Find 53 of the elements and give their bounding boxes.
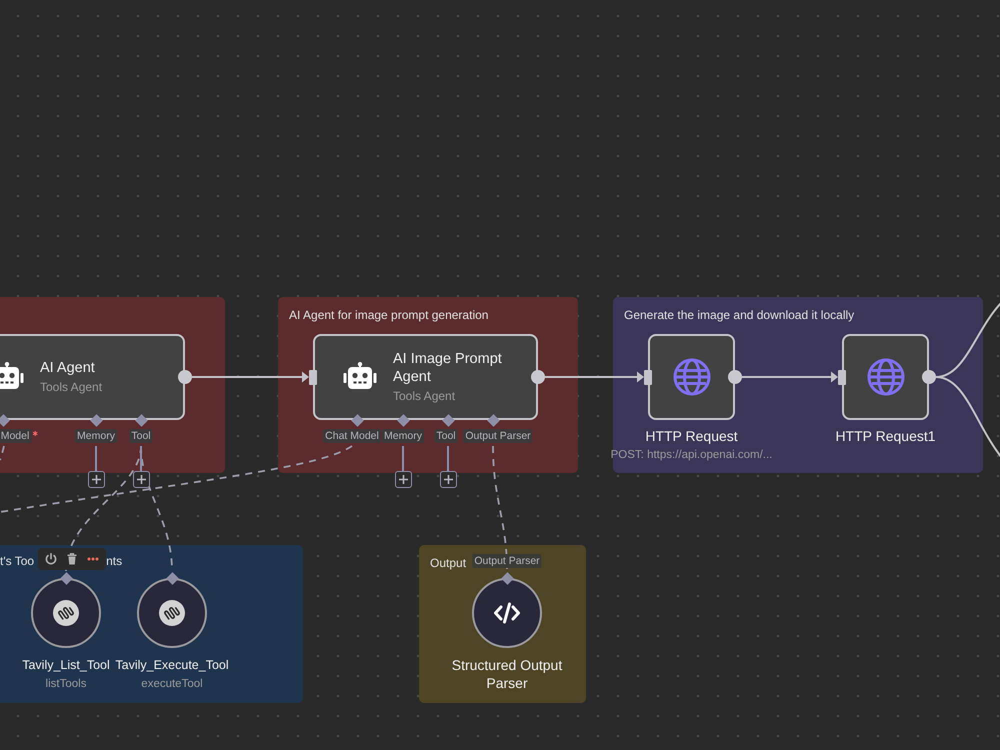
code-icon bbox=[493, 601, 521, 625]
add-button[interactable] bbox=[394, 471, 412, 488]
port-label: Output Parser bbox=[472, 554, 542, 568]
node-title: Structured Output Parser bbox=[450, 656, 564, 692]
connector-line bbox=[140, 446, 142, 471]
plus-icon bbox=[92, 475, 100, 484]
port-label: Model bbox=[0, 429, 32, 443]
add-button[interactable] bbox=[440, 471, 456, 488]
robot-icon bbox=[0, 362, 24, 392]
node-subtitle: Tools Agent bbox=[393, 389, 456, 404]
add-button[interactable] bbox=[132, 471, 150, 488]
node-subtitle: POST: https://api.openai.com/... bbox=[610, 448, 772, 463]
port-label: Output Parser bbox=[463, 429, 533, 443]
node-subtitle: listTools bbox=[46, 677, 86, 692]
node-title: HTTP Request bbox=[645, 427, 738, 445]
port-label: Tool bbox=[129, 429, 153, 443]
squiggle-icon bbox=[159, 600, 185, 626]
port-label: Chat Model bbox=[323, 429, 381, 443]
node-title: Tavily_Execute_Tool bbox=[115, 657, 229, 674]
workflow-node[interactable] bbox=[648, 334, 735, 420]
plus-icon bbox=[444, 475, 452, 484]
plus-icon bbox=[136, 475, 146, 484]
sticky-title: Generate the image and download it locally bbox=[624, 308, 854, 322]
workflow-node[interactable]: AI Image Prompt Agent Tools Agent bbox=[313, 334, 538, 420]
sticky-title: Output bbox=[430, 556, 466, 570]
port-label: Memory bbox=[382, 429, 424, 443]
sticky-title: AI Agent for image prompt generation bbox=[289, 308, 488, 322]
node-title: HTTP Request1 bbox=[835, 427, 936, 445]
port-label: Memory bbox=[75, 429, 117, 443]
input-port[interactable] bbox=[838, 370, 846, 384]
node-title: Tavily_List_Tool bbox=[22, 657, 110, 674]
trash-icon[interactable] bbox=[66, 553, 78, 565]
node-subtitle: Tools Agent bbox=[40, 380, 104, 395]
plus-icon bbox=[398, 475, 408, 484]
power-icon[interactable] bbox=[45, 553, 58, 565]
sticky-title: t's Too bbox=[0, 554, 34, 568]
input-port[interactable] bbox=[644, 370, 652, 384]
input-port[interactable] bbox=[309, 370, 317, 384]
workflow-node[interactable]: AI Agent Tools Agent bbox=[0, 334, 185, 420]
globe-icon bbox=[672, 358, 710, 396]
squiggle-icon bbox=[53, 600, 79, 626]
node-title: AI Image Prompt Agent bbox=[393, 350, 503, 386]
add-button[interactable] bbox=[88, 471, 104, 488]
connector-line bbox=[402, 446, 404, 471]
connector-line bbox=[95, 446, 97, 471]
workflow-node[interactable] bbox=[842, 334, 929, 420]
robot-icon bbox=[343, 362, 377, 392]
port-label: Tool bbox=[434, 429, 458, 443]
node-subtitle: executeTool bbox=[141, 677, 203, 692]
node-title: AI Agent bbox=[40, 359, 96, 377]
sticky-title: nts bbox=[106, 554, 122, 568]
globe-icon bbox=[866, 358, 904, 396]
connector-line bbox=[447, 446, 449, 471]
